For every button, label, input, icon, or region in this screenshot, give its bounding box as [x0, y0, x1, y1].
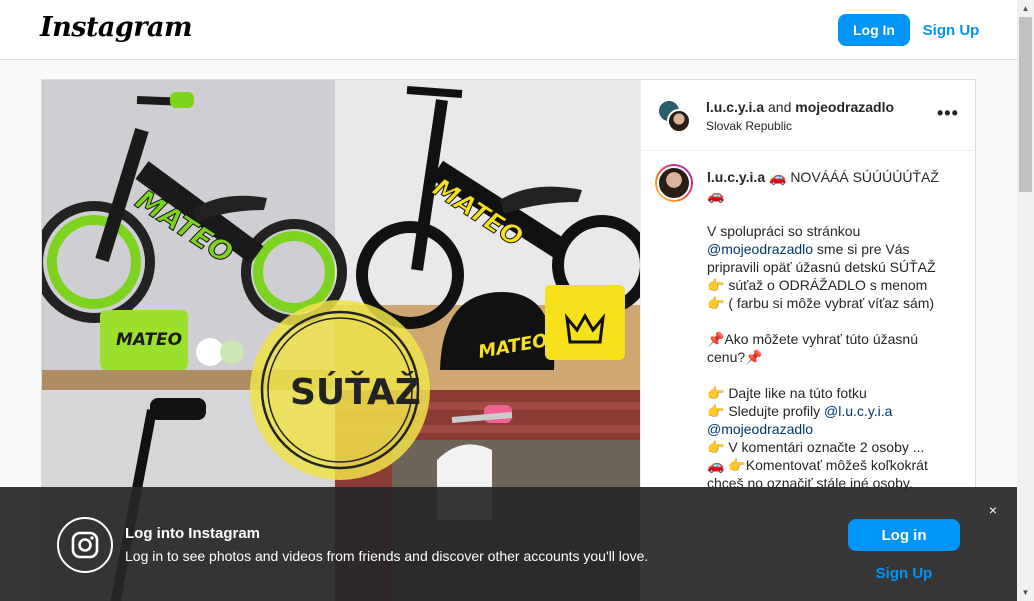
author-link-mojeodrazadlo[interactable]: mojeodrazadlo	[795, 99, 894, 115]
scroll-thumb[interactable]	[1019, 17, 1032, 192]
top-navigation-bar: Instagram Log In Sign Up	[0, 0, 1017, 60]
caption-line-rest: sme si pre Vás	[813, 241, 910, 257]
post-authors: l.u.c.y.i.a and mojeodrazadlo	[706, 99, 894, 115]
post-header: l.u.c.y.i.a and mojeodrazadlo Slovak Rep…	[641, 80, 976, 151]
author-link-lucyia[interactable]: l.u.c.y.i.a	[706, 99, 764, 115]
authors-joiner: and	[764, 99, 796, 115]
collab-avatars[interactable]	[657, 99, 691, 133]
caption-line: 📌Ako môžete vyhrať túto úžasnú	[707, 331, 919, 347]
scroll-up-arrow-icon[interactable]: ▲	[1017, 0, 1034, 17]
instagram-camera-icon	[57, 517, 113, 573]
mention-mojeodrazadlo[interactable]: @mojeodrazadlo	[707, 241, 813, 257]
mention-lucyia[interactable]: @l.u.c.y.i.a	[824, 403, 892, 419]
mention-mojeodrazadlo[interactable]: @mojeodrazadlo	[707, 420, 962, 438]
caption-line: 👉 Dajte like na túto fotku	[707, 385, 867, 401]
login-prompt-banner: Log into Instagram Log in to see photos …	[0, 487, 1017, 601]
caption-author-avatar[interactable]	[655, 164, 693, 202]
caption-line: pripravili opäť úžasnú detskú SÚŤAŽ	[707, 259, 936, 275]
caption-line-text: 👉 Sledujte profily	[707, 403, 825, 419]
caption-line: cenu?📌	[707, 349, 763, 365]
avatar-lucyia[interactable]	[667, 109, 691, 133]
banner-signup-link[interactable]: Sign Up	[848, 562, 960, 584]
scroll-down-arrow-icon[interactable]: ▼	[1017, 584, 1034, 601]
banner-description: Log in to see photos and videos from fri…	[125, 548, 649, 564]
caption-line: 🚗	[707, 187, 725, 203]
banner-title: Log into Instagram	[125, 525, 260, 542]
caption-line: V spolupráci so stránkou	[707, 223, 861, 239]
post-location[interactable]: Slovak Republic	[706, 119, 792, 133]
close-icon[interactable]: ×	[985, 502, 1001, 518]
instagram-logo[interactable]: Instagram	[40, 12, 193, 43]
page-scrollbar[interactable]: ▲ ▼	[1017, 0, 1034, 601]
header-signup-link[interactable]: Sign Up	[920, 14, 982, 46]
caption-line: 🚗 NOVÁÁÁ SÚÚÚÚÚŤAŽ	[769, 169, 939, 185]
caption-line: 🚗 👉Komentovať môžeš koľkokrát	[707, 457, 928, 473]
caption-line: @mojeodrazadlo sme si pre Vás	[707, 240, 962, 258]
caption-author[interactable]: l.u.c.y.i.a	[707, 169, 765, 185]
caption-line: 👉 ( farbu si môže vybrať víťaz sám)	[707, 295, 935, 311]
contest-badge-text: SÚŤAŽ	[290, 372, 421, 413]
banner-login-button[interactable]: Log in	[848, 519, 960, 551]
caption-line: 👉 Sledujte profily @l.u.c.y.i.a	[707, 402, 962, 420]
more-options-icon[interactable]: •••	[937, 103, 959, 124]
post-caption: l.u.c.y.i.a 🚗 NOVÁÁÁ SÚÚÚÚÚŤAŽ 🚗 V spolu…	[707, 168, 962, 492]
caption-line: 👉 súťaž o ODRÁŽADLO s menom	[707, 277, 928, 293]
caption-line: 👉 V komentári označte 2 osoby ...	[707, 439, 925, 455]
image-label-mateo: MATEO	[116, 330, 183, 350]
header-login-button[interactable]: Log In	[838, 14, 910, 46]
